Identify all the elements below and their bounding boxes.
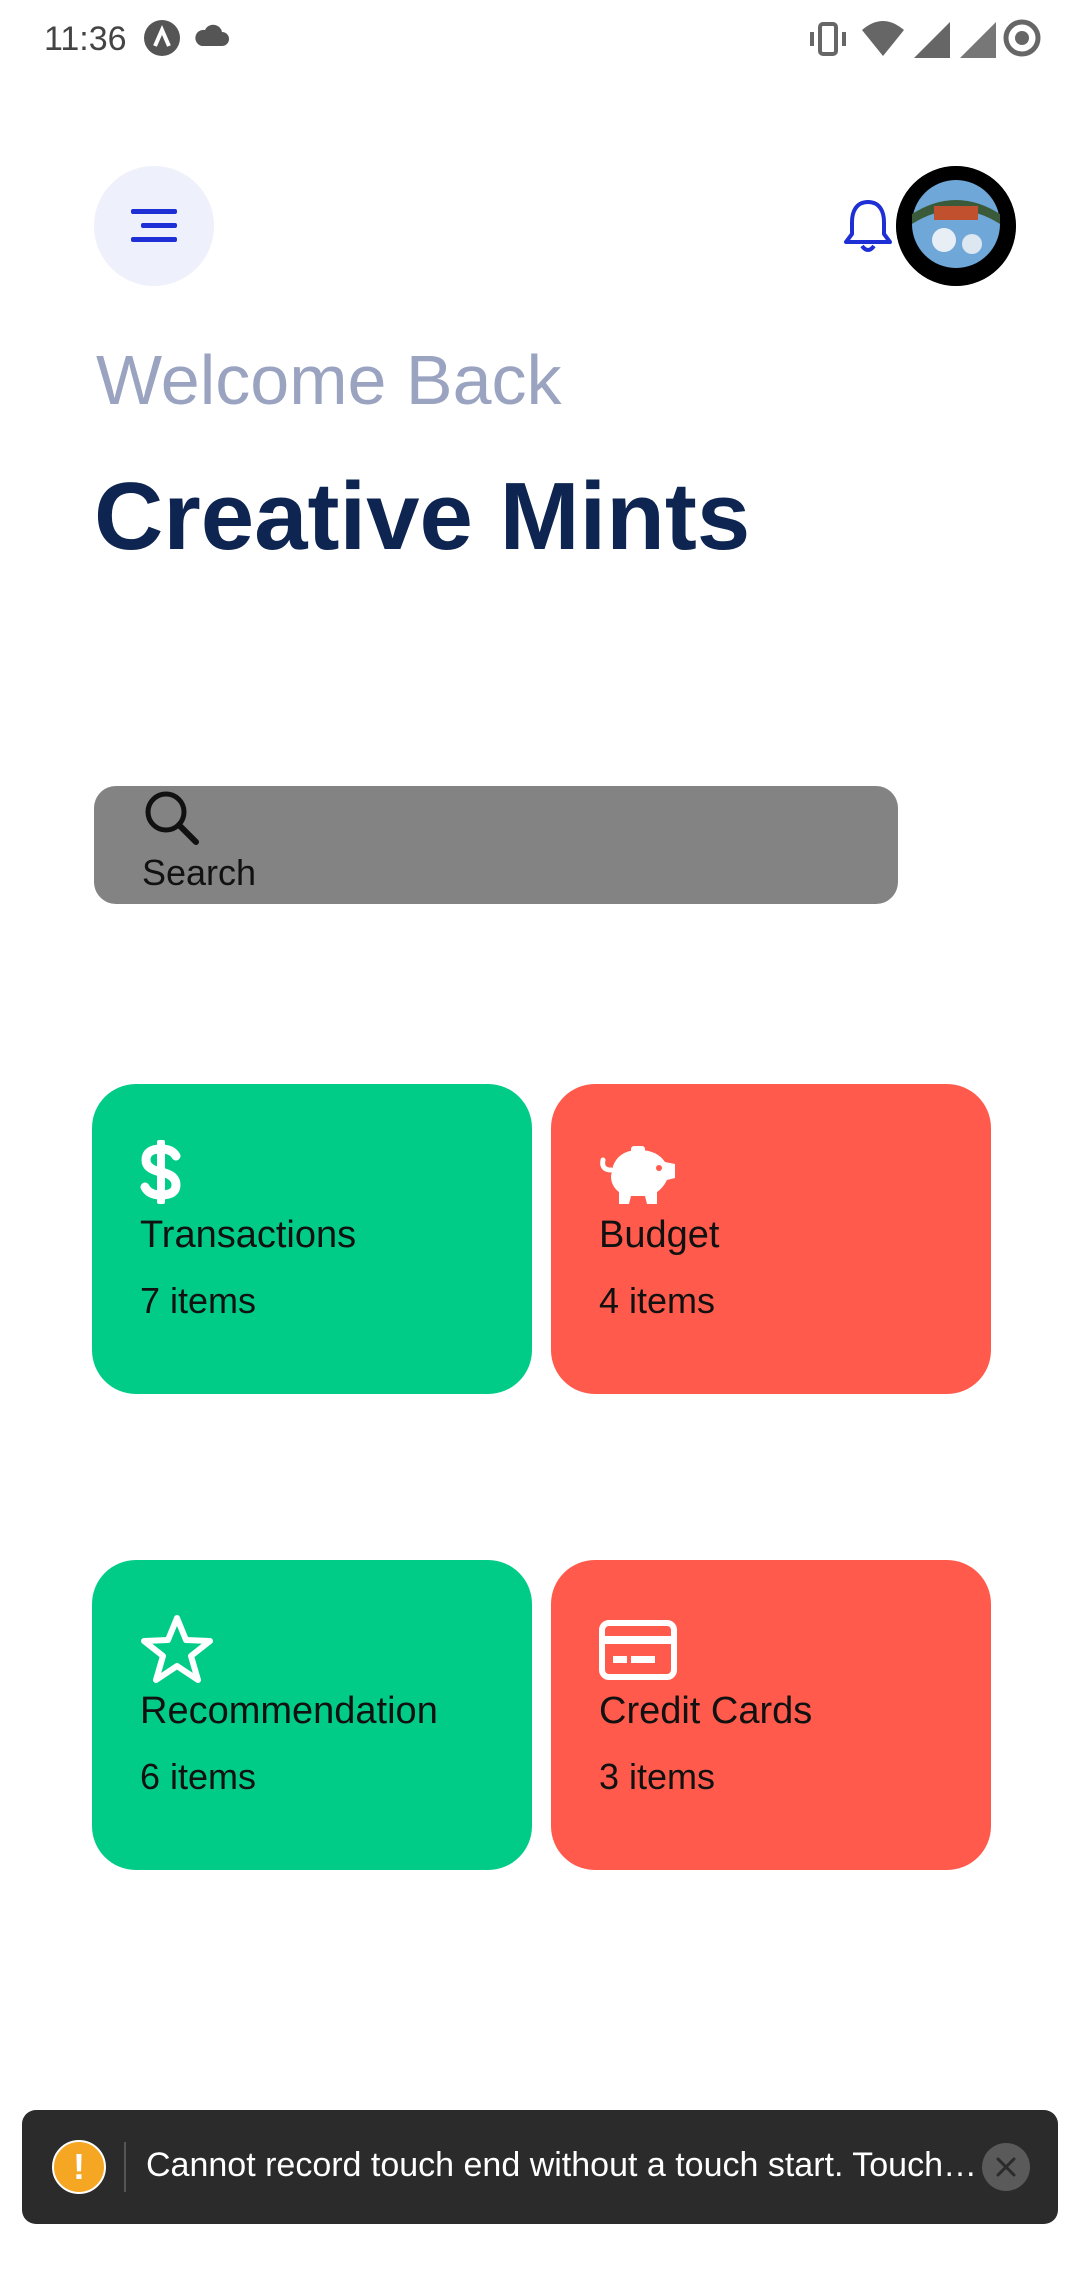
welcome-text: Welcome Back [96,341,562,419]
credit-card-icon [599,1620,677,1680]
star-icon [141,1615,213,1683]
card-transactions[interactable]: Transactions 7 items [92,1084,532,1394]
card-budget[interactable]: Budget 4 items [551,1084,991,1394]
card-count: 3 items [599,1756,716,1797]
close-button[interactable] [982,2143,1030,2191]
cloud-icon [195,24,229,46]
status-bar: 11:36 [0,0,1080,80]
bell-icon[interactable] [840,196,896,256]
avatar-image [896,166,1016,286]
warning-icon: ! [52,2140,106,2194]
menu-button[interactable] [94,166,214,286]
piggy-bank-icon [600,1146,675,1204]
status-time: 11:36 [44,20,127,58]
toast-divider [124,2142,126,2192]
card-count: 7 items [140,1280,257,1321]
card-recommendation[interactable]: Recommendation 6 items [92,1560,532,1870]
cellular-signal-2-icon [960,22,996,58]
app-a-icon [144,20,180,56]
user-name-title: Creative Mints [94,463,751,570]
home-screen: 11:36 Welcome Back Creative Mints Search… [0,0,1080,2280]
avatar[interactable] [896,166,1016,286]
card-count: 6 items [140,1756,257,1797]
search-icon [145,791,199,845]
close-icon [996,2157,1016,2177]
record-icon [1003,19,1041,57]
search-label: Search [142,852,257,893]
search-button[interactable]: Search [94,786,898,904]
warning-toast[interactable]: ! Cannot record touch end without a touc… [22,2110,1058,2224]
warning-glyph: ! [73,2146,85,2187]
card-title: Transactions [140,1214,357,1256]
toast-message: Cannot record touch end without a touch … [146,2146,986,2184]
dollar-icon [140,1140,181,1204]
card-title: Budget [599,1214,720,1256]
wifi-icon [862,21,904,56]
card-title: Credit Cards [599,1690,813,1732]
card-credit-cards[interactable]: Credit Cards 3 items [551,1560,991,1870]
card-count: 4 items [599,1280,716,1321]
menu-icon [131,209,177,242]
vibrate-icon [810,22,846,56]
card-title: Recommendation [140,1690,438,1732]
cellular-signal-icon [914,22,950,58]
